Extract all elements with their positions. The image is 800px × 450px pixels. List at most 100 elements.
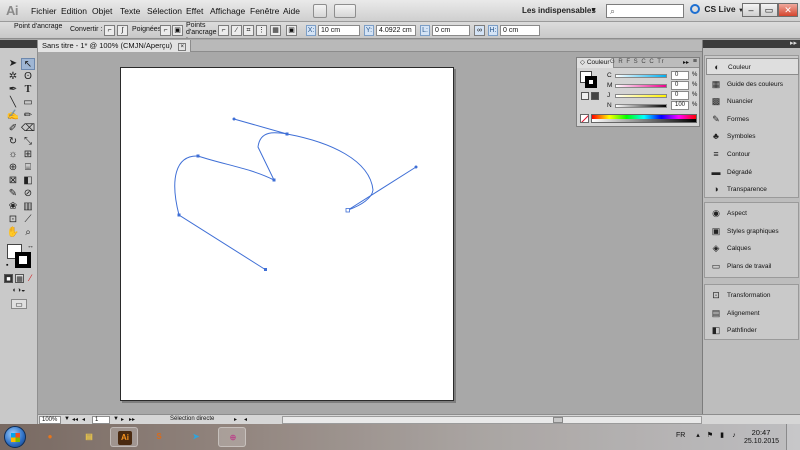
- dock-item-aspect[interactable]: ◉ Aspect: [706, 205, 799, 222]
- dock-item-guide-des-couleurs[interactable]: ▦ Guide des couleurs: [706, 76, 799, 93]
- screen-mode-icon[interactable]: ▭: [11, 299, 27, 309]
- dock-item-couleur[interactable]: ◐ Couleur: [706, 58, 799, 75]
- dock-item-dégradé[interactable]: ▬ Dégradé: [706, 164, 799, 181]
- dock-item-pathfinder[interactable]: ◧ Pathfinder: [706, 322, 799, 339]
- menu-fenetre[interactable]: Fenêtre: [250, 6, 279, 16]
- dock-grip[interactable]: ▸▸: [703, 40, 800, 48]
- arrange-documents-button[interactable]: [334, 4, 356, 18]
- rotate-tool-icon[interactable]: ↻: [6, 136, 20, 148]
- zoom-tool-icon[interactable]: ⌕: [21, 227, 35, 239]
- connect-points-icon[interactable]: ⌗: [243, 25, 254, 36]
- line-tool-icon[interactable]: ╲: [6, 97, 20, 109]
- gradient-mode-icon[interactable]: ▦: [15, 274, 24, 283]
- dock-item-formes[interactable]: ✎ Formes: [706, 111, 799, 128]
- tab-couleur[interactable]: ◇ Couleur: [577, 58, 614, 68]
- menu-selection[interactable]: Sélection: [147, 6, 182, 16]
- align-points-icon[interactable]: ⋮: [256, 25, 267, 36]
- workspace-switcher[interactable]: Les indispensables ▼: [518, 4, 600, 18]
- slider-c[interactable]: C 0 %: [607, 71, 697, 81]
- chevron-down-icon[interactable]: ▼: [113, 416, 119, 422]
- panel-stroke-swatch[interactable]: [585, 76, 597, 88]
- page-field[interactable]: 1: [92, 416, 110, 424]
- out-of-gamut-icon[interactable]: [581, 92, 589, 100]
- selection-tool-icon[interactable]: ➤: [6, 58, 20, 70]
- collapsed-tabs[interactable]: G R F S C C Tr: [610, 59, 665, 65]
- scrollbar-thumb[interactable]: [553, 417, 563, 423]
- color-spectrum[interactable]: [591, 114, 697, 123]
- swap-fill-stroke-icon[interactable]: ↔: [27, 243, 34, 250]
- height-field[interactable]: 0 cm: [500, 25, 540, 36]
- dock-item-contour[interactable]: ≡ Contour: [706, 146, 799, 163]
- brush-tool-icon[interactable]: ✍: [6, 110, 20, 122]
- start-button[interactable]: [4, 426, 26, 448]
- taskbar-app-app-s[interactable]: S: [145, 427, 173, 447]
- direct-selection-tool-icon[interactable]: ↖: [21, 58, 35, 70]
- artboard-tool-icon[interactable]: ⊡: [6, 214, 20, 226]
- next-page-icon[interactable]: ▸: [121, 416, 124, 423]
- menu-texte[interactable]: Texte: [120, 6, 140, 16]
- taskbar-app-firefox[interactable]: ●: [36, 427, 64, 447]
- symbol-sprayer-tool-icon[interactable]: ❀: [6, 201, 20, 213]
- expand-icon[interactable]: ▸▸: [683, 59, 689, 66]
- menu-aide[interactable]: Aide: [283, 6, 300, 16]
- flag-icon[interactable]: ⚑: [706, 432, 714, 440]
- dock-item-nuancier[interactable]: ▩ Nuancier: [706, 93, 799, 110]
- last-page-icon[interactable]: ▸▸: [129, 416, 135, 423]
- taskbar-app-explorer[interactable]: ▤: [75, 427, 103, 447]
- convert-corner-icon[interactable]: ⌐: [104, 25, 115, 36]
- color-mode-icon[interactable]: ■: [4, 274, 13, 283]
- bridge-button[interactable]: [313, 4, 327, 18]
- cut-path-icon[interactable]: ∕: [231, 25, 242, 36]
- slider-track[interactable]: [615, 94, 667, 98]
- mesh-tool-icon[interactable]: ⊠: [6, 175, 20, 187]
- prev-page-icon[interactable]: ◂: [82, 416, 85, 423]
- volume-icon[interactable]: ♪: [730, 432, 738, 440]
- document-tab[interactable]: Sans titre - 1* @ 100% (CMJN/Aperçu) ×: [38, 40, 192, 52]
- width-field[interactable]: 0 cm: [432, 25, 470, 36]
- none-mode-icon[interactable]: ⁄: [26, 274, 35, 283]
- warp-tool-icon[interactable]: ☼: [6, 149, 20, 161]
- type-tool-icon[interactable]: T: [21, 84, 35, 96]
- slider-m[interactable]: M 0 %: [607, 81, 697, 91]
- dock-item-plans-de-travail[interactable]: ▭ Plans de travail: [706, 258, 799, 275]
- cs-live-button[interactable]: CS Live ▼: [690, 4, 744, 14]
- menu-fichier[interactable]: Fichier: [31, 6, 57, 16]
- menu-effet[interactable]: Effet: [186, 6, 203, 16]
- graph-tool-icon[interactable]: ▥: [21, 201, 35, 213]
- zoom-field[interactable]: 100%: [39, 416, 61, 424]
- pencil-tool-icon[interactable]: ✏: [21, 110, 35, 122]
- dock-item-alignement[interactable]: ▤ Alignement: [706, 305, 799, 322]
- hand-tool-icon[interactable]: ✋: [6, 227, 20, 239]
- blend-tool-icon[interactable]: ⊘: [21, 188, 35, 200]
- scale-tool-icon[interactable]: ⤡: [21, 136, 35, 148]
- close-icon[interactable]: ×: [178, 43, 187, 51]
- gradient-tool-icon[interactable]: ◧: [21, 175, 35, 187]
- slice-tool-icon[interactable]: ⟋: [21, 214, 35, 226]
- x-field[interactable]: 10 cm: [318, 25, 360, 36]
- first-page-icon[interactable]: ◂◂: [72, 416, 78, 423]
- free-transform-tool-icon[interactable]: ⊞: [21, 149, 35, 161]
- menu-objet[interactable]: Objet: [92, 6, 112, 16]
- default-colors-icon[interactable]: ▪: [6, 262, 8, 269]
- language-indicator[interactable]: FR: [676, 432, 685, 439]
- slider-value[interactable]: 100: [671, 101, 689, 110]
- show-desktop-button[interactable]: [786, 424, 800, 450]
- tray-expand-icon[interactable]: ▴: [694, 432, 702, 440]
- link-proportions-icon[interactable]: ∞: [474, 25, 485, 36]
- maximize-button[interactable]: ▭: [760, 3, 778, 17]
- remove-anchor-icon[interactable]: ⌐: [218, 25, 229, 36]
- convert-smooth-icon[interactable]: ∫: [117, 25, 128, 36]
- slider-n[interactable]: N 100 %: [607, 101, 697, 111]
- minimize-button[interactable]: –: [742, 3, 760, 17]
- slider-value[interactable]: 0: [671, 71, 689, 80]
- slider-track[interactable]: [615, 104, 667, 108]
- slider-track[interactable]: [615, 74, 667, 78]
- drawing-modes-icon[interactable]: ◐◑◒: [6, 286, 32, 296]
- eraser-tool-icon[interactable]: ⌫: [21, 123, 35, 135]
- close-window-button[interactable]: ✕: [778, 3, 798, 17]
- show-handles-icon[interactable]: ⌐: [160, 25, 171, 36]
- dock-item-styles-graphiques[interactable]: ▣ Styles graphiques: [706, 223, 799, 240]
- slider-value[interactable]: 0: [671, 81, 689, 90]
- magic-wand-tool-icon[interactable]: ✲: [6, 71, 20, 83]
- reference-point-icon[interactable]: ▣: [286, 25, 297, 36]
